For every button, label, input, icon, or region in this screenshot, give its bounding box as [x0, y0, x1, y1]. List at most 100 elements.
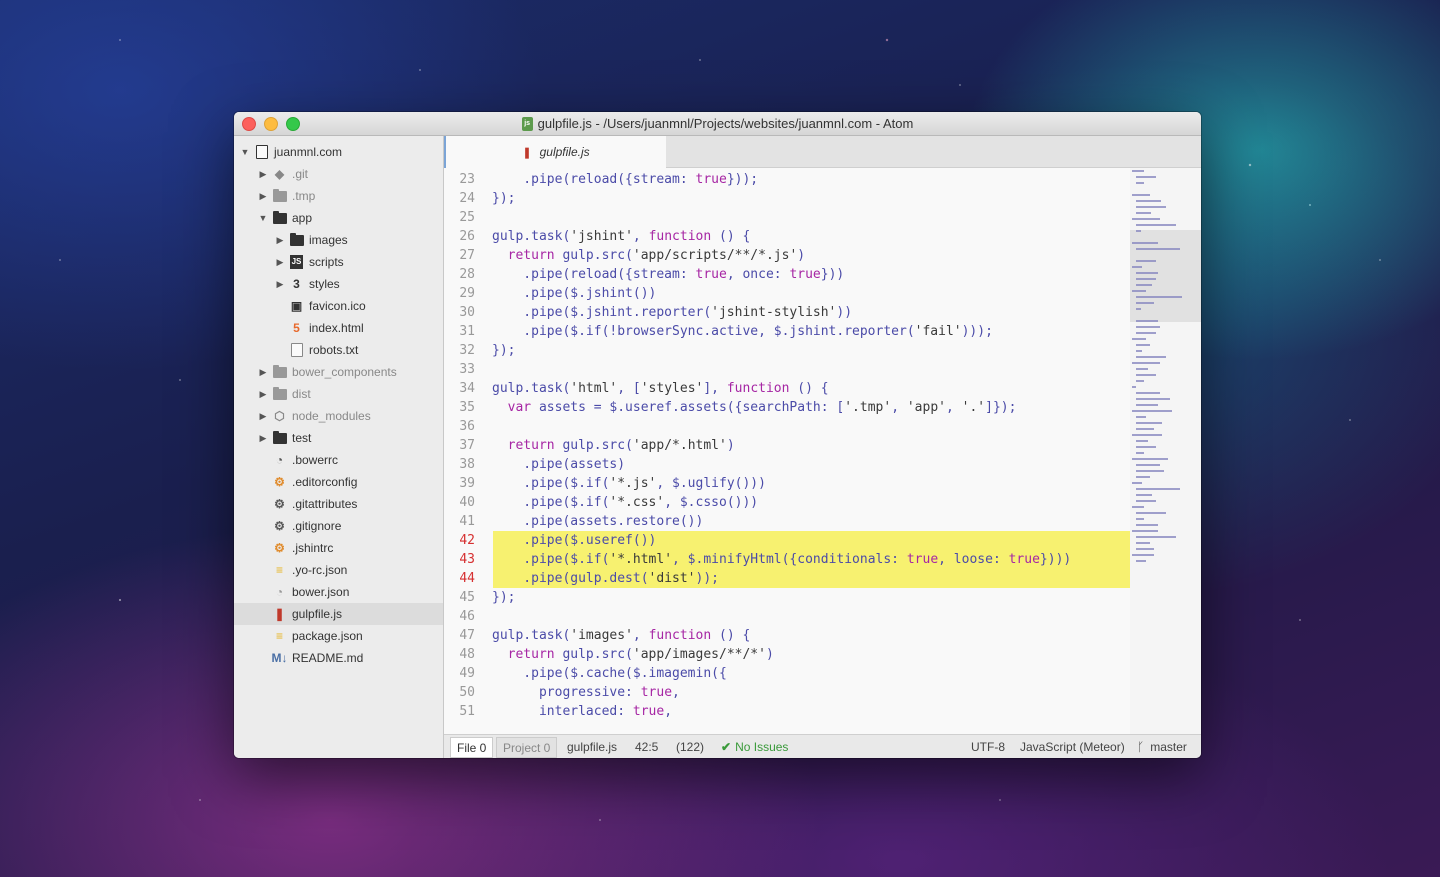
- tree-item[interactable]: ❚ gulpfile.js: [234, 603, 443, 625]
- tab-gulpfile[interactable]: ❚ gulpfile.js: [444, 136, 666, 168]
- code-line[interactable]: 49 .pipe($.cache($.imagemin({: [444, 664, 1130, 683]
- minimap-line: [1136, 344, 1150, 346]
- tree-item-label: .jshintrc: [292, 541, 334, 555]
- chevron-down-icon[interactable]: ▼: [240, 147, 250, 157]
- html5-icon: 5: [293, 321, 300, 335]
- code-line[interactable]: 27 return gulp.src('app/scripts/**/*.js'…: [444, 246, 1130, 265]
- tree-item[interactable]: ▶ ◆ .git: [234, 163, 443, 185]
- code-line[interactable]: 31 .pipe($.if(!browserSync.active, $.jsh…: [444, 322, 1130, 341]
- maximize-button[interactable]: [286, 117, 300, 131]
- tree-item[interactable]: ⚙ .gitattributes: [234, 493, 443, 515]
- chevron-right-icon[interactable]: ▶: [275, 279, 285, 290]
- minimap-line: [1136, 398, 1170, 400]
- tree-root[interactable]: ▼ juanmnl.com: [234, 141, 443, 163]
- code-line[interactable]: 32});: [444, 341, 1130, 360]
- tree-item[interactable]: M↓ README.md: [234, 647, 443, 669]
- minimap[interactable]: [1130, 168, 1201, 734]
- code-line[interactable]: 28 .pipe(reload({stream: true, once: tru…: [444, 265, 1130, 284]
- code-line[interactable]: 46: [444, 607, 1130, 626]
- git-branch[interactable]: ᚴ master: [1137, 735, 1187, 758]
- chevron-right-icon[interactable]: ▶: [258, 367, 268, 378]
- line-number: 29: [459, 286, 475, 301]
- code-line[interactable]: 51 interlaced: true,: [444, 702, 1130, 721]
- tree-item[interactable]: ≡ package.json: [234, 625, 443, 647]
- code-line[interactable]: 48 return gulp.src('app/images/**/*'): [444, 645, 1130, 664]
- code-line[interactable]: 50 progressive: true,: [444, 683, 1130, 702]
- chevron-right-icon[interactable]: ▶: [258, 411, 268, 422]
- tree-item[interactable]: ◔ bower.json: [234, 581, 443, 603]
- minimap-line: [1132, 194, 1150, 196]
- line-number: 30: [459, 305, 475, 320]
- minimap-line: [1136, 422, 1162, 424]
- linter-status[interactable]: ✔ No Issues: [721, 735, 788, 758]
- code-line[interactable]: 40 .pipe($.if('*.css', $.csso())): [444, 493, 1130, 512]
- code-line[interactable]: 44 .pipe(gulp.dest('dist'));: [444, 569, 1130, 588]
- code-text: .pipe($.jshint.reporter('jshint-stylish'…: [492, 305, 853, 320]
- tree-item[interactable]: ▶ images: [234, 229, 443, 251]
- code-line[interactable]: 36: [444, 417, 1130, 436]
- document-icon: js: [521, 116, 533, 131]
- tree-item[interactable]: ▶ .tmp: [234, 185, 443, 207]
- code-line[interactable]: 47 gulp.task('images', function () {: [444, 626, 1130, 645]
- code-line[interactable]: 24});: [444, 189, 1130, 208]
- chevron-right-icon[interactable]: ▶: [258, 169, 268, 180]
- tree-item[interactable]: ▶ ⬡ node_modules: [234, 405, 443, 427]
- line-number: 32: [459, 343, 475, 358]
- folder-icon: [272, 188, 287, 203]
- tree-item[interactable]: ◔ .bowerrc: [234, 449, 443, 471]
- tree-item[interactable]: ▶ test: [234, 427, 443, 449]
- chevron-down-icon[interactable]: ▼: [258, 213, 268, 223]
- code-line[interactable]: 26 gulp.task('jshint', function () {: [444, 227, 1130, 246]
- tree-item[interactable]: ⚙ .gitignore: [234, 515, 443, 537]
- chevron-right-icon[interactable]: ▶: [258, 191, 268, 202]
- code-line[interactable]: 30 .pipe($.jshint.reporter('jshint-styli…: [444, 303, 1130, 322]
- title-bar[interactable]: js gulpfile.js - /Users/juanmnl/Projects…: [234, 112, 1201, 136]
- code-line[interactable]: 45});: [444, 588, 1130, 607]
- status-encoding[interactable]: UTF-8: [971, 735, 1005, 758]
- close-button[interactable]: [242, 117, 256, 131]
- tree-item[interactable]: robots.txt: [234, 339, 443, 361]
- code-line[interactable]: 42 .pipe($.useref()): [444, 531, 1130, 550]
- code-text: });: [492, 191, 516, 206]
- tree-item[interactable]: ▶ bower_components: [234, 361, 443, 383]
- minimap-line: [1136, 488, 1180, 490]
- line-number: 34: [459, 381, 475, 396]
- code-line[interactable]: 25: [444, 208, 1130, 227]
- code-editor[interactable]: 22 .pipe(gulp.dest('.tmp/styles'));23 .p…: [444, 168, 1130, 734]
- tree-view[interactable]: ▼ juanmnl.com ▶ ◆ .git ▶ .tmp ▼ app ▶ images ▶ JS s…: [234, 136, 444, 758]
- tree-item[interactable]: ▶ 3 styles: [234, 273, 443, 295]
- chevron-right-icon[interactable]: ▶: [258, 389, 268, 400]
- chevron-right-icon[interactable]: ▶: [275, 257, 285, 268]
- tree-item[interactable]: ⚙ .jshintrc: [234, 537, 443, 559]
- code-line[interactable]: 37 return gulp.src('app/*.html'): [444, 436, 1130, 455]
- code-text: return gulp.src('app/*.html'): [507, 438, 735, 453]
- code-line[interactable]: 23 .pipe(reload({stream: true}));: [444, 170, 1130, 189]
- tree-item[interactable]: ▣ favicon.ico: [234, 295, 443, 317]
- code-line[interactable]: 39 .pipe($.if('*.js', $.uglify())): [444, 474, 1130, 493]
- tree-item[interactable]: 5 index.html: [234, 317, 443, 339]
- chevron-right-icon[interactable]: ▶: [275, 235, 285, 246]
- chevron-right-icon[interactable]: ▶: [258, 433, 268, 444]
- minimap-line: [1136, 206, 1166, 208]
- code-line[interactable]: 43 .pipe($.if('*.html', $.minifyHtml({co…: [444, 550, 1130, 569]
- tree-item[interactable]: ▶ dist: [234, 383, 443, 405]
- tree-item[interactable]: ≡ .yo-rc.json: [234, 559, 443, 581]
- code-line[interactable]: 35 var assets = $.useref.assets({searchP…: [444, 398, 1130, 417]
- code-line[interactable]: 34 gulp.task('html', ['styles'], function…: [444, 379, 1130, 398]
- code-line[interactable]: 41 .pipe(assets.restore()): [444, 512, 1130, 531]
- atom-window: js gulpfile.js - /Users/juanmnl/Projects…: [234, 112, 1201, 758]
- minimize-button[interactable]: [264, 117, 278, 131]
- code-line[interactable]: 29 .pipe($.jshint()): [444, 284, 1130, 303]
- code-line[interactable]: 38 .pipe(assets): [444, 455, 1130, 474]
- line-number: 44: [444, 571, 492, 586]
- linter-project-tab[interactable]: Project 0: [496, 737, 558, 758]
- status-cursor-position[interactable]: 42:5: [635, 735, 658, 758]
- status-filename[interactable]: gulpfile.js: [567, 735, 617, 758]
- tree-item[interactable]: ▶ JS scripts: [234, 251, 443, 273]
- tree-item[interactable]: ⚙ .editorconfig: [234, 471, 443, 493]
- status-grammar[interactable]: JavaScript (Meteor): [1020, 735, 1125, 758]
- window-title: gulpfile.js - /Users/juanmnl/Projects/we…: [537, 116, 914, 131]
- tree-item[interactable]: ▼ app: [234, 207, 443, 229]
- code-line[interactable]: 33: [444, 360, 1130, 379]
- linter-file-tab[interactable]: File 0: [450, 737, 494, 758]
